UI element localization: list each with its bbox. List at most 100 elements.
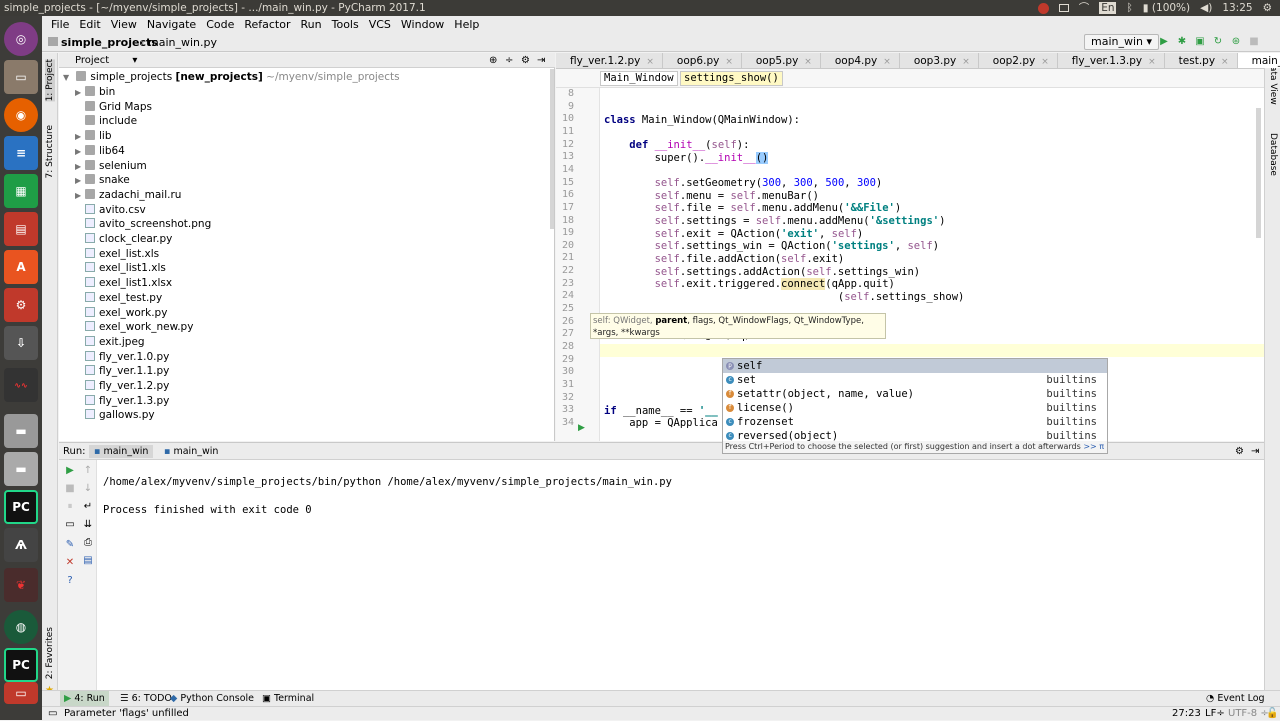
profile-icon[interactable]: ↻ bbox=[1212, 36, 1224, 48]
tree-root[interactable]: ▼ simple_projects [new_projects] ~/myenv… bbox=[63, 70, 400, 85]
print-icon[interactable]: ⎙ bbox=[81, 536, 95, 550]
scroll-end-icon[interactable]: ⇊ bbox=[81, 518, 95, 532]
crumb-class[interactable]: Main_Window bbox=[600, 71, 678, 86]
launcher-pycharm-icon[interactable]: PC bbox=[4, 490, 38, 524]
menu-file[interactable]: File bbox=[46, 16, 74, 33]
chevron-right-icon[interactable]: ▶ bbox=[75, 173, 85, 188]
launcher-drive-icon[interactable]: ▬ bbox=[4, 452, 38, 486]
tree-folder[interactable]: ▶ lib64 bbox=[75, 144, 125, 159]
launcher-files-icon[interactable]: ▭ bbox=[4, 60, 38, 94]
tree-folder[interactable]: Grid Maps bbox=[75, 100, 152, 115]
tree-scrollbar[interactable] bbox=[550, 69, 554, 229]
close-icon[interactable]: × bbox=[725, 57, 733, 67]
stop-icon[interactable]: ■ bbox=[1248, 36, 1260, 48]
tool-terminal-button[interactable]: ▣ Terminal bbox=[258, 691, 318, 707]
debug-icon[interactable]: ✱ bbox=[1176, 36, 1188, 48]
close-icon[interactable]: × bbox=[1221, 57, 1229, 67]
nav-file[interactable]: main_win.py bbox=[148, 33, 217, 52]
tree-folder[interactable]: ▶ bin bbox=[75, 85, 115, 100]
menu-help[interactable]: Help bbox=[449, 16, 484, 33]
completion-footer-link[interactable]: >> π bbox=[1083, 442, 1104, 451]
rerun-icon[interactable]: ▶ bbox=[63, 464, 77, 478]
close-icon[interactable]: × bbox=[962, 57, 970, 67]
tree-file[interactable]: exel_test.py bbox=[75, 291, 162, 306]
collapse-all-icon[interactable]: ÷ bbox=[505, 53, 513, 68]
run-tab-2[interactable]: ▪ main_win bbox=[159, 445, 223, 458]
soft-wrap-icon[interactable]: ↵ bbox=[81, 500, 95, 514]
run-gutter-icon[interactable]: ▶ bbox=[578, 423, 585, 433]
menu-code[interactable]: Code bbox=[201, 16, 239, 33]
gear-icon[interactable]: ⚙ bbox=[521, 53, 530, 68]
launcher-settings-icon[interactable]: ⚙ bbox=[4, 288, 38, 322]
close-icon[interactable]: ✕ bbox=[63, 556, 77, 570]
completion-item[interactable]: c set builtins bbox=[723, 373, 1107, 387]
up-icon[interactable]: ↑ bbox=[81, 464, 95, 478]
tool-structure-label[interactable]: 7: Structure bbox=[45, 125, 55, 179]
tree-folder[interactable]: ▶ zadachi_mail.ru bbox=[75, 188, 181, 203]
tool-event-log-button[interactable]: ◔ Event Log bbox=[1202, 691, 1269, 707]
pin-icon[interactable]: ✎ bbox=[63, 538, 77, 552]
launcher-updater-icon[interactable]: ⇩ bbox=[4, 326, 38, 360]
tool-favorites-label[interactable]: 2: Favorites bbox=[45, 627, 55, 679]
tree-folder[interactable]: include bbox=[75, 114, 137, 129]
tree-file[interactable]: exel_work_new.py bbox=[75, 320, 193, 335]
battery-indicator[interactable]: ▮ (100%) bbox=[1143, 0, 1190, 16]
chevron-right-icon[interactable]: ▶ bbox=[75, 159, 85, 174]
menu-window[interactable]: Window bbox=[396, 16, 449, 33]
run-config-dropdown[interactable]: main_win ▾ bbox=[1084, 34, 1160, 50]
launcher-globe-icon[interactable]: ◍ bbox=[4, 610, 38, 644]
concurrency-icon[interactable]: ⊛ bbox=[1230, 36, 1242, 48]
completion-item[interactable]: f setattr(object, name, value) builtins bbox=[723, 387, 1107, 401]
launcher-impress-icon[interactable]: ▤ bbox=[4, 212, 38, 246]
editor-tab[interactable]: fly_ver.1.2.py × bbox=[556, 53, 663, 68]
launcher-monitor-icon[interactable]: ∿∿ bbox=[4, 368, 38, 402]
tree-folder[interactable]: ▶ snake bbox=[75, 173, 130, 188]
editor-tab[interactable]: oop2.py × bbox=[979, 53, 1058, 68]
hide-icon[interactable]: ⇥ bbox=[1251, 443, 1259, 460]
trash-icon[interactable]: ▤ bbox=[81, 554, 95, 568]
tool-database-label[interactable]: Database bbox=[1268, 133, 1278, 176]
tool-run-button[interactable]: ▶ 4: Run bbox=[60, 691, 109, 707]
launcher-disks-icon[interactable]: ▬ bbox=[4, 414, 38, 448]
close-icon[interactable]: × bbox=[1041, 57, 1049, 67]
file-encoding[interactable]: UTF-8 ÷ bbox=[1228, 707, 1269, 721]
bluetooth-icon[interactable]: ᛒ bbox=[1126, 0, 1132, 16]
crumb-method[interactable]: settings_show() bbox=[680, 71, 783, 86]
bookmark-icon[interactable] bbox=[1058, 4, 1069, 12]
tree-file[interactable]: gallows.py bbox=[75, 408, 155, 423]
scroll-from-source-icon[interactable]: ⊕ bbox=[489, 53, 497, 68]
down-icon[interactable]: ↓ bbox=[81, 482, 95, 496]
tree-file[interactable]: exel_list1.xls bbox=[75, 261, 166, 276]
project-view-selector[interactable]: Project ▾ bbox=[75, 55, 137, 66]
volume-icon[interactable]: ◀) bbox=[1200, 0, 1212, 16]
editor-tab[interactable]: fly_ver.1.3.py × bbox=[1058, 53, 1165, 68]
chevron-right-icon[interactable]: ▶ bbox=[75, 85, 85, 100]
close-icon[interactable]: × bbox=[804, 57, 812, 67]
launcher-pycharm2-icon[interactable]: PC bbox=[4, 648, 38, 682]
chevron-right-icon[interactable]: ▶ bbox=[75, 188, 85, 203]
lock-icon[interactable]: 🔓 bbox=[1266, 707, 1278, 721]
restore-layout-icon[interactable]: ▭ bbox=[63, 518, 77, 532]
power-icon[interactable]: ⚙ bbox=[1263, 0, 1272, 16]
tree-folder[interactable]: ▶ lib bbox=[75, 129, 112, 144]
editor-tab[interactable]: oop5.py × bbox=[742, 53, 821, 68]
tree-file[interactable]: avito.csv bbox=[75, 203, 146, 218]
launcher-kdenlive-icon[interactable]: Ѧ bbox=[4, 528, 38, 562]
tree-file[interactable]: fly_ver.1.3.py bbox=[75, 394, 169, 409]
gear-icon[interactable]: ⚙ bbox=[1235, 443, 1244, 460]
record-icon[interactable] bbox=[1037, 2, 1049, 14]
run-icon[interactable]: ▶ bbox=[1158, 36, 1170, 48]
launcher-dash-icon[interactable]: ◎ bbox=[4, 22, 38, 56]
menu-run[interactable]: Run bbox=[296, 16, 327, 33]
completion-item[interactable]: c frozenset builtins bbox=[723, 415, 1107, 429]
close-icon[interactable]: × bbox=[883, 57, 891, 67]
launcher-firefox-icon[interactable]: ◉ bbox=[4, 98, 38, 132]
tree-file[interactable]: avito_screenshot.png bbox=[75, 217, 211, 232]
completion-item[interactable]: f license() builtins bbox=[723, 401, 1107, 415]
chevron-right-icon[interactable]: ▶ bbox=[75, 129, 85, 144]
status-toggle-icon[interactable]: ▭ bbox=[48, 707, 57, 721]
menu-navigate[interactable]: Navigate bbox=[142, 16, 201, 33]
menu-tools[interactable]: Tools bbox=[327, 16, 364, 33]
editor-tab[interactable]: oop4.py × bbox=[821, 53, 900, 68]
editor-tab[interactable]: test.py × bbox=[1165, 53, 1238, 68]
